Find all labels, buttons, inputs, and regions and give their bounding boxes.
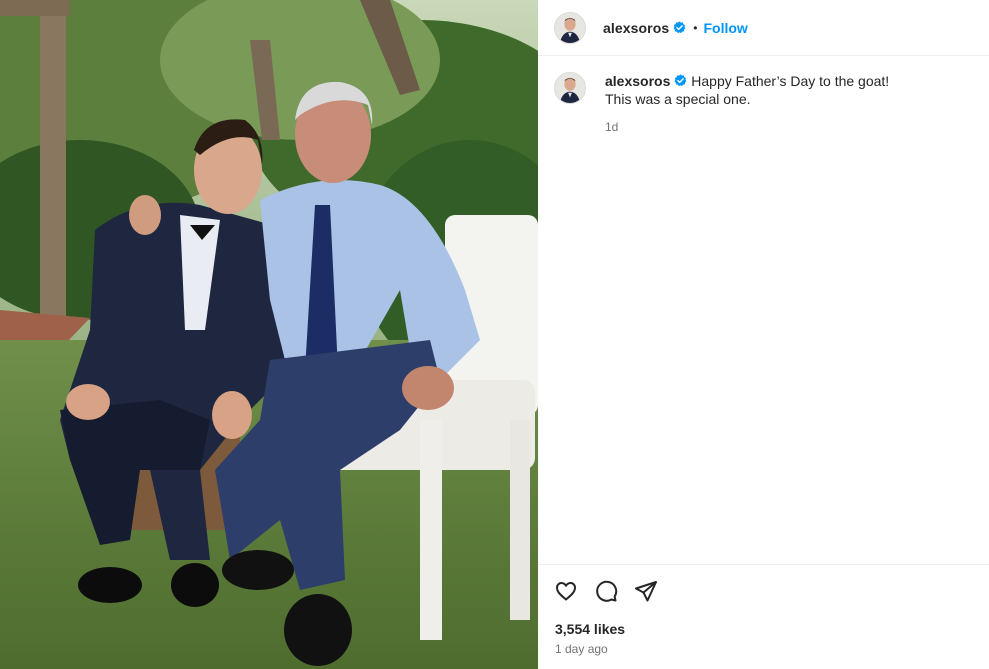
author-username[interactable]: alexsoros [603,20,669,36]
post-header: alexsoros • Follow [538,0,989,56]
caption-timestamp[interactable]: 1d [605,118,889,136]
post-side-panel: alexsoros • Follow alexsoros Happy Fathe… [538,0,989,669]
comment-icon[interactable] [594,579,618,603]
post-caption: alexsoros Happy Father’s Day to the goat… [554,72,974,136]
post-photo[interactable] [0,0,538,669]
paper-plane-icon[interactable] [634,579,658,603]
post-timestamp[interactable]: 1 day ago [555,642,608,656]
post-image [0,0,538,669]
heart-icon[interactable] [554,579,578,603]
author-avatar[interactable] [554,11,586,44]
verified-badge-icon [674,74,687,87]
caption-author-avatar[interactable] [554,72,586,104]
post-actions-area: 3,554 likes 1 day ago [538,564,989,669]
caption-text-line1: Happy Father’s Day to the goat! [691,73,890,89]
verified-badge-icon [673,21,686,34]
avatar-image [555,73,585,103]
follow-button[interactable]: Follow [703,20,747,36]
post-action-bar [554,579,658,603]
caption-username[interactable]: alexsoros [605,73,670,89]
caption-body: alexsoros Happy Father’s Day to the goat… [605,72,889,136]
header-separator: • [693,20,698,35]
avatar-image [555,12,585,43]
caption-text-line2: This was a special one. [605,91,751,107]
likes-count[interactable]: 3,554 likes [555,621,625,637]
